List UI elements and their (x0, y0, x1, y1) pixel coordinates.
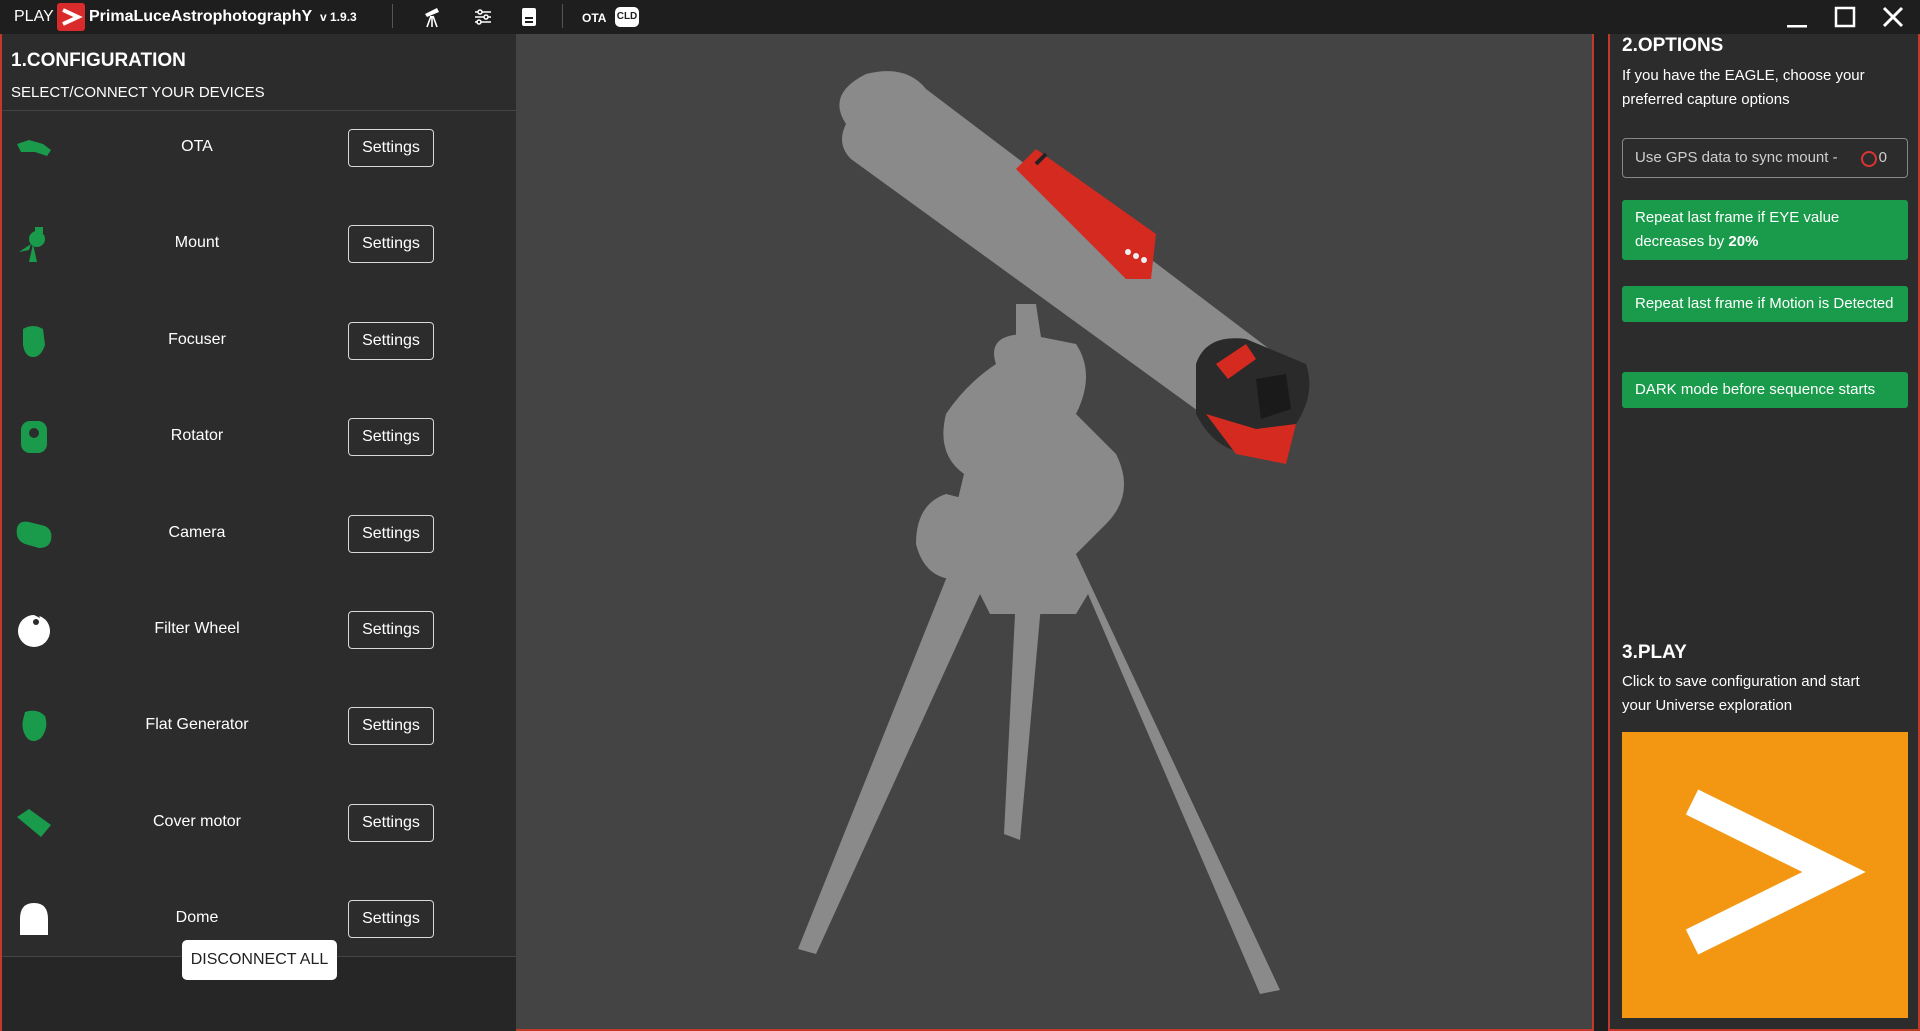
device-label: OTA (181, 138, 213, 155)
filter-wheel-icon[interactable] (15, 612, 53, 648)
flat-generator-icon[interactable] (15, 708, 53, 744)
ota-toolbar-label[interactable]: OTA (582, 11, 606, 25)
device-label: Cover motor (152, 813, 242, 830)
device-label: Camera (168, 524, 226, 541)
repeat-motion-label: Repeat last frame if Motion is Detected (1635, 295, 1894, 312)
app-brand: PrimaLuceAstrophotographY (89, 8, 313, 25)
dome-settings-button[interactable]: Settings (348, 900, 434, 938)
device-label: Rotator (170, 427, 224, 444)
repeat-eye-value: 20% (1728, 233, 1759, 250)
gps-sync-label: Use GPS data to sync mount - (1635, 149, 1838, 166)
device-label: Focuser (168, 331, 226, 348)
dark-mode-label: DARK mode before sequence starts (1635, 381, 1876, 398)
telescope-icon[interactable] (15, 130, 53, 166)
camera-icon[interactable] (15, 516, 53, 552)
panel-gap (1594, 34, 1608, 1031)
dark-mode-button[interactable]: DARK mode before sequence starts (1622, 372, 1908, 408)
options-description: If you have the EAGLE, choose your prefe… (1622, 67, 1865, 108)
rotator-settings-button[interactable]: Settings (348, 418, 434, 456)
separator (392, 4, 393, 28)
camera-settings-button[interactable]: Settings (348, 515, 434, 553)
close-icon[interactable] (1877, 2, 1909, 32)
play-description: Click to save configuration and start yo… (1622, 673, 1860, 714)
configuration-subtitle: SELECT/CONNECT YOUR DEVICES (11, 84, 265, 101)
repeat-eye-button[interactable]: Repeat last frame if EYE value decreases… (1622, 200, 1908, 260)
cover-motor-settings-button[interactable]: Settings (348, 804, 434, 842)
options-title: 2.OPTIONS (1622, 35, 1724, 56)
focuser-icon[interactable] (15, 323, 53, 359)
device-row-camera: Camera Settings (2, 504, 516, 564)
device-row-ota: OTA Settings (2, 118, 516, 178)
device-label: Dome (175, 909, 219, 926)
rotator-icon[interactable] (15, 419, 53, 455)
filter-wheel-settings-button[interactable]: Settings (348, 611, 434, 649)
flat-generator-settings-button[interactable]: Settings (348, 707, 434, 745)
play-chevron-icon (1685, 789, 1866, 955)
device-row-focuser: Focuser Settings (2, 311, 516, 371)
options-panel: 2.OPTIONS If you have the EAGLE, choose … (1608, 34, 1920, 1031)
divider (2, 110, 516, 111)
app-name-play: PLAY (14, 8, 54, 25)
device-row-rotator: Rotator Settings (2, 407, 516, 467)
telescope-illustration (798, 71, 1310, 994)
play-title: 3.PLAY (1622, 642, 1687, 663)
device-row-mount: Mount Settings (2, 214, 516, 274)
configuration-panel: 1.CONFIGURATION SELECT/CONNECT YOUR DEVI… (0, 34, 516, 1031)
gps-count: 0 (1878, 149, 1887, 166)
cover-motor-icon[interactable] (15, 805, 53, 841)
device-row-cover-motor: Cover motor Settings (2, 793, 516, 853)
app-logo-icon (57, 3, 85, 31)
separator (562, 4, 563, 28)
document-icon[interactable] (518, 6, 540, 28)
maximize-icon[interactable] (1829, 2, 1861, 32)
app-version: v 1.9.3 (320, 10, 357, 24)
title-bar: PLAY PrimaLuceAstrophotographY v 1.9.3 O… (0, 0, 1920, 34)
device-row-filter-wheel: Filter Wheel Settings (2, 600, 516, 660)
mount-icon[interactable] (15, 226, 53, 262)
device-row-flat-generator: Flat Generator Settings (2, 696, 516, 756)
ota-settings-button[interactable]: Settings (348, 129, 434, 167)
device-label: Mount (174, 234, 220, 251)
telescope-icon[interactable] (421, 6, 443, 28)
device-label: Filter Wheel (154, 620, 240, 637)
gps-sync-toggle[interactable]: Use GPS data to sync mount - 0 (1622, 138, 1908, 178)
play-button[interactable] (1622, 732, 1908, 1018)
device-label: Flat Generator (145, 716, 249, 733)
minimize-icon[interactable] (1781, 2, 1813, 32)
no-gps-icon (1861, 151, 1877, 167)
sliders-icon[interactable] (472, 6, 494, 28)
repeat-motion-button[interactable]: Repeat last frame if Motion is Detected (1622, 286, 1908, 322)
cld-badge[interactable]: CLD (615, 7, 639, 27)
configuration-title: 1.CONFIGURATION (11, 50, 186, 71)
disconnect-all-button[interactable]: DISCONNECT ALL (182, 940, 337, 980)
dome-icon[interactable] (15, 901, 53, 937)
equipment-viewer (516, 34, 1594, 1031)
focuser-settings-button[interactable]: Settings (348, 322, 434, 360)
mount-settings-button[interactable]: Settings (348, 225, 434, 263)
